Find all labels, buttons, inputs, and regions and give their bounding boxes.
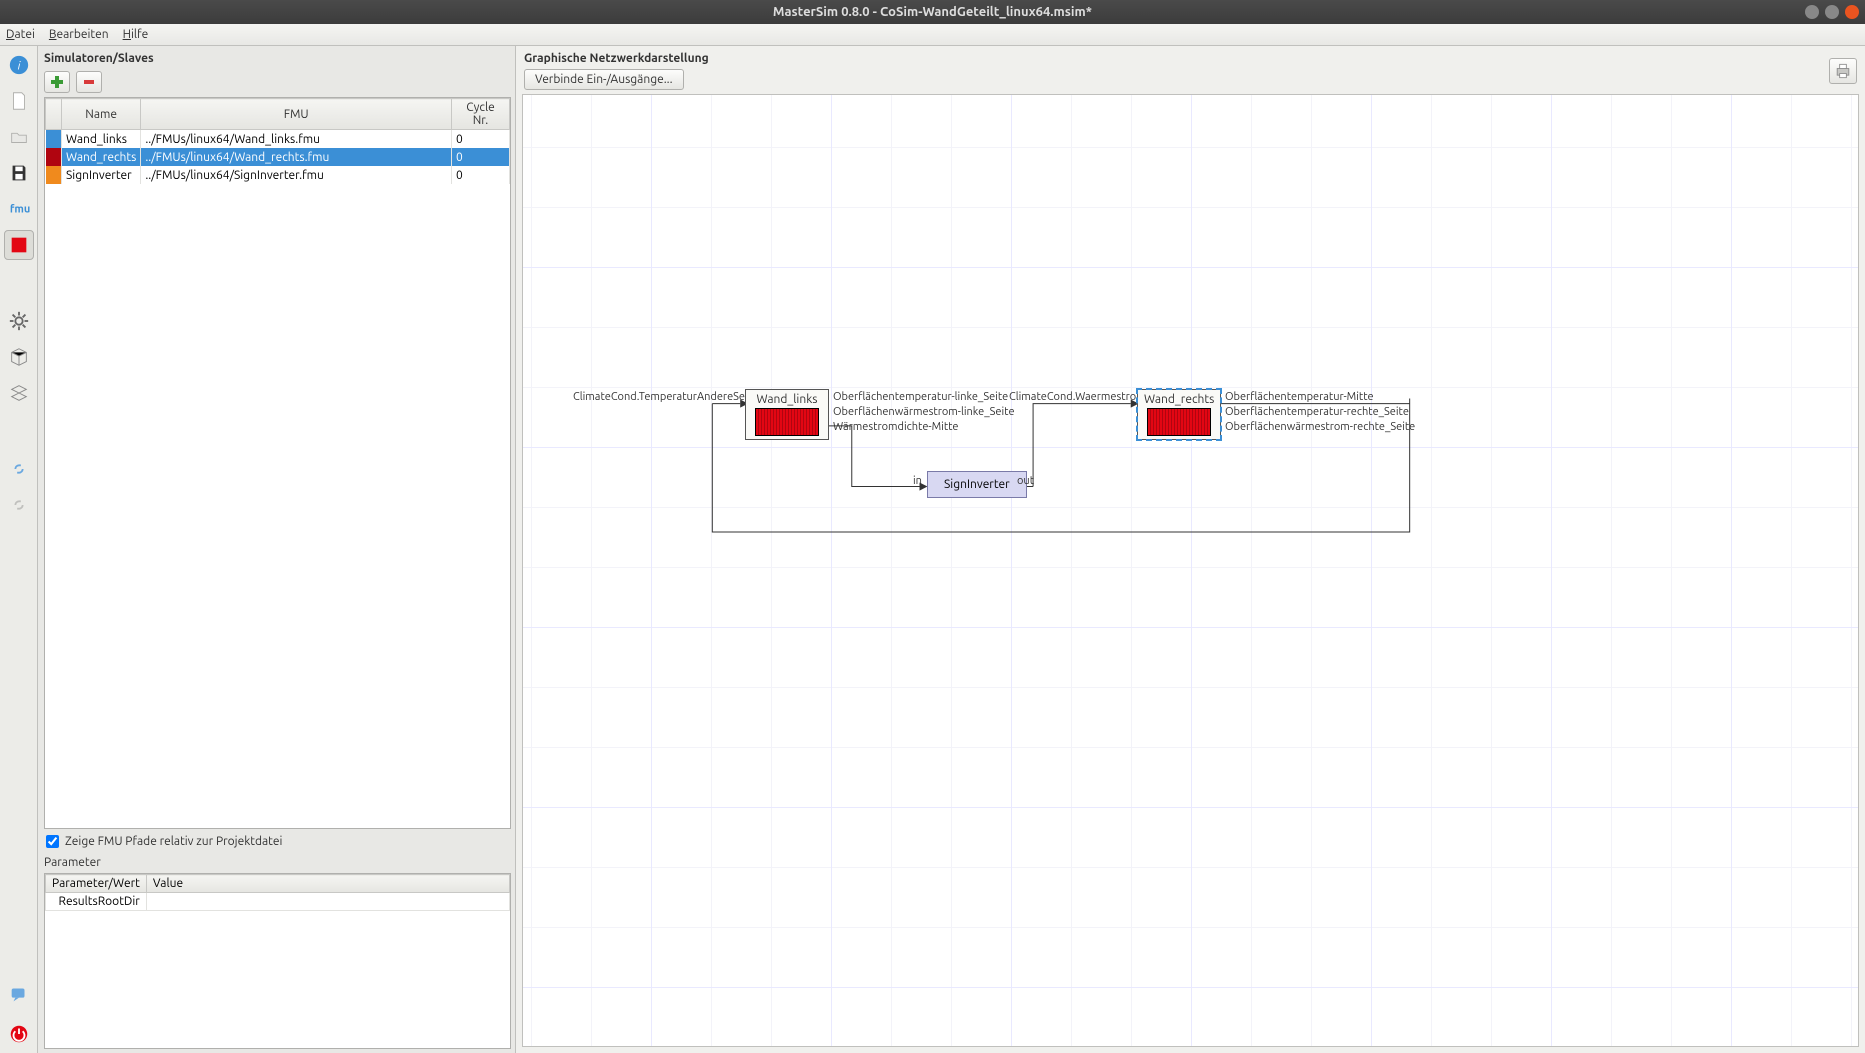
wire-overlay xyxy=(523,95,1858,1046)
slaves-button-row xyxy=(44,71,511,93)
port-label-wr-out0: Oberflächentemperatur-Mitte xyxy=(1225,391,1374,403)
menu-hilfe[interactable]: Hilfe xyxy=(123,28,149,41)
relative-paths-label: Zeige FMU Pfade relativ zur Projektdatei xyxy=(65,835,282,848)
toolbar-save-button[interactable] xyxy=(4,158,34,188)
table-row[interactable]: SignInverter../FMUs/linux64/SignInverter… xyxy=(46,166,510,184)
port-label-wl-in: ClimateCond.TemperaturAndereSeite xyxy=(573,391,758,403)
svg-text:fmu: fmu xyxy=(9,204,29,216)
toolbar-chat-button[interactable] xyxy=(4,979,34,1009)
toolbar-slave-button[interactable] xyxy=(4,230,34,260)
slaves-table[interactable]: Name FMU Cycle Nr. Wand_links../FMUs/lin… xyxy=(45,98,510,184)
toolbar-cube-button[interactable] xyxy=(4,342,34,372)
graph-canvas[interactable]: ClimateCond.TemperaturAndereSeite Wand_l… xyxy=(522,94,1859,1047)
node-signinverter-title: SignInverter xyxy=(944,478,1010,491)
add-slave-button[interactable] xyxy=(44,71,70,93)
row-color-cell xyxy=(46,166,62,184)
menu-datei[interactable]: Datei xyxy=(6,28,35,41)
param-th-name[interactable]: Parameter/Wert xyxy=(46,875,147,893)
node-wand-links-body xyxy=(755,408,819,436)
port-label-si-in: in xyxy=(913,475,922,487)
port-label-wl-out2: Wärmestromdichte-Mitte xyxy=(833,421,959,433)
node-wand-rechts-body xyxy=(1147,408,1211,436)
row-color-cell xyxy=(46,130,62,149)
toolbar-settings-button[interactable] xyxy=(4,306,34,336)
left-toolbar: i fmu xyxy=(0,46,38,1053)
slaves-table-wrap: Name FMU Cycle Nr. Wand_links../FMUs/lin… xyxy=(44,97,511,829)
node-wand-links[interactable]: Wand_links xyxy=(745,389,829,440)
port-label-wr-out1: Oberflächentemperatur-rechte_Seite xyxy=(1225,406,1409,418)
port-label-wl-out1: Oberflächenwärmestrom-linke_Seite xyxy=(833,406,1015,418)
param-row[interactable]: ResultsRootDir xyxy=(46,893,510,911)
window-close-button[interactable] xyxy=(1845,5,1859,19)
node-wand-links-title: Wand_links xyxy=(752,393,822,406)
relative-paths-checkbox-row[interactable]: Zeige FMU Pfade relativ zur Projektdatei xyxy=(44,829,511,850)
slaves-th-color xyxy=(46,99,62,130)
table-row[interactable]: Wand_links../FMUs/linux64/Wand_links.fmu… xyxy=(46,130,510,149)
slaves-th-cycle[interactable]: Cycle Nr. xyxy=(452,99,510,130)
toolbar-unlink-button[interactable] xyxy=(4,490,34,520)
relative-paths-checkbox[interactable] xyxy=(46,835,59,848)
row-fmu-cell: ../FMUs/linux64/SignInverter.fmu xyxy=(141,166,452,184)
row-cycle-cell: 0 xyxy=(452,148,510,166)
left-panel: Simulatoren/Slaves Name FMU Cycle Nr. xyxy=(38,46,516,1053)
node-signinverter[interactable]: SignInverter xyxy=(927,471,1027,498)
row-fmu-cell: ../FMUs/linux64/Wand_rechts.fmu xyxy=(141,148,452,166)
port-label-si-out: out xyxy=(1017,475,1034,487)
remove-slave-button[interactable] xyxy=(76,71,102,93)
right-header: Graphische Netzwerkdarstellung Verbinde … xyxy=(516,46,1865,94)
menu-bearbeiten[interactable]: Bearbeiten xyxy=(49,28,109,41)
row-name-cell: SignInverter xyxy=(62,166,141,184)
window-minimize-button[interactable] xyxy=(1805,5,1819,19)
parameter-title: Parameter xyxy=(44,850,511,873)
row-name-cell: Wand_links xyxy=(62,130,141,149)
right-panel: Graphische Netzwerkdarstellung Verbinde … xyxy=(516,46,1865,1053)
toolbar-power-button[interactable] xyxy=(4,1019,34,1049)
toolbar-layers-button[interactable] xyxy=(4,378,34,408)
node-wand-rechts-title: Wand_rechts xyxy=(1144,393,1214,406)
toolbar-open-button[interactable] xyxy=(4,122,34,152)
window-titlebar: MasterSim 0.8.0 - CoSim-WandGeteilt_linu… xyxy=(0,0,1865,24)
param-name-cell: ResultsRootDir xyxy=(46,893,147,911)
toolbar-link-button[interactable] xyxy=(4,454,34,484)
slaves-th-name[interactable]: Name xyxy=(62,99,141,130)
row-cycle-cell: 0 xyxy=(452,166,510,184)
row-color-cell xyxy=(46,148,62,166)
slaves-panel-title: Simulatoren/Slaves xyxy=(44,50,511,71)
param-th-value[interactable]: Value xyxy=(146,875,509,893)
graph-title: Graphische Netzwerkdarstellung xyxy=(524,52,709,65)
toolbar-new-file-button[interactable] xyxy=(4,86,34,116)
window-maximize-button[interactable] xyxy=(1825,5,1839,19)
row-cycle-cell: 0 xyxy=(452,130,510,149)
row-fmu-cell: ../FMUs/linux64/Wand_links.fmu xyxy=(141,130,452,149)
parameter-table-wrap: Parameter/Wert Value ResultsRootDir xyxy=(44,873,511,1049)
slaves-th-fmu[interactable]: FMU xyxy=(141,99,452,130)
row-name-cell: Wand_rechts xyxy=(62,148,141,166)
param-value-cell[interactable] xyxy=(146,893,509,911)
toolbar-info-button[interactable]: i xyxy=(4,50,34,80)
port-label-wl-out0: Oberflächentemperatur-linke_Seite xyxy=(833,391,1008,403)
table-row[interactable]: Wand_rechts../FMUs/linux64/Wand_rechts.f… xyxy=(46,148,510,166)
toolbar-fmu-button[interactable]: fmu xyxy=(4,194,34,224)
window-title: MasterSim 0.8.0 - CoSim-WandGeteilt_linu… xyxy=(773,5,1092,19)
connect-io-button[interactable]: Verbinde Ein-/Ausgänge... xyxy=(524,69,684,90)
menubar: Datei Bearbeiten Hilfe xyxy=(0,24,1865,46)
window-controls xyxy=(1805,5,1859,19)
parameter-table[interactable]: Parameter/Wert Value ResultsRootDir xyxy=(45,874,510,911)
node-wand-rechts[interactable]: Wand_rechts xyxy=(1137,389,1221,440)
print-button[interactable] xyxy=(1829,58,1857,84)
port-label-wr-out2: Oberflächenwärmestrom-rechte_Seite xyxy=(1225,421,1415,433)
workspace: i fmu xyxy=(0,46,1865,1053)
port-label-wr-in: ClimateCond.Waermestrom xyxy=(1009,391,1146,403)
